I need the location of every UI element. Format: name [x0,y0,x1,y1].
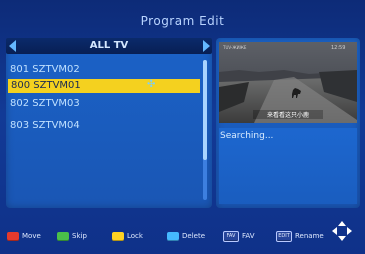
help-delete[interactable]: Delete [167,230,205,242]
help-delete-label: Delete [182,232,205,240]
red-key-icon [7,231,19,241]
edit-key-icon: EDIT [276,230,292,242]
fav-key-icon: FAV [223,230,239,242]
help-move-label: Move [22,232,41,240]
help-lock-label: Lock [127,232,143,240]
help-skip-label: Skip [72,232,87,240]
channel-row[interactable]: 801 SZTVM02 [10,64,80,76]
scrollbar-thumb[interactable] [203,60,207,160]
help-rename[interactable]: EDIT Rename [276,230,324,242]
video-preview: TUV-ЖИЖЕ 12:59 来看看这只小鹿 [219,42,357,123]
page-title: Program Edit [140,14,225,28]
yellow-key-icon [112,231,124,241]
help-move[interactable]: Move [7,230,41,242]
help-fav-label: FAV [242,232,255,240]
program-edit-screen: Program Edit ALL TV 801 SZTVM02 800 SZTV… [0,0,365,254]
status-text: Searching... [220,131,274,141]
help-lock[interactable]: Lock [112,230,143,242]
green-key-icon [57,231,69,241]
channel-row-selected[interactable]: 800 SZTVM01 [8,79,200,93]
channel-row[interactable]: 803 SZTVM04 [10,120,80,132]
blue-key-icon [167,231,179,241]
channel-row[interactable]: 802 SZTVM03 [10,98,80,110]
osd-channel-text: TUV-ЖИЖЕ [222,45,247,50]
video-frame-image: TUV-ЖИЖЕ 12:59 来看看这只小鹿 [219,42,357,123]
fav-marker-icon: ✣ [147,79,156,90]
help-fav[interactable]: FAV FAV [223,230,255,242]
help-rename-label: Rename [295,232,324,240]
group-title: ALL TV [89,40,129,51]
osd-time-text: 12:59 [331,45,345,51]
subtitle-text: 来看看这只小鹿 [267,111,309,119]
dpad-navigation-icon [332,221,352,241]
help-skip[interactable]: Skip [57,230,87,242]
